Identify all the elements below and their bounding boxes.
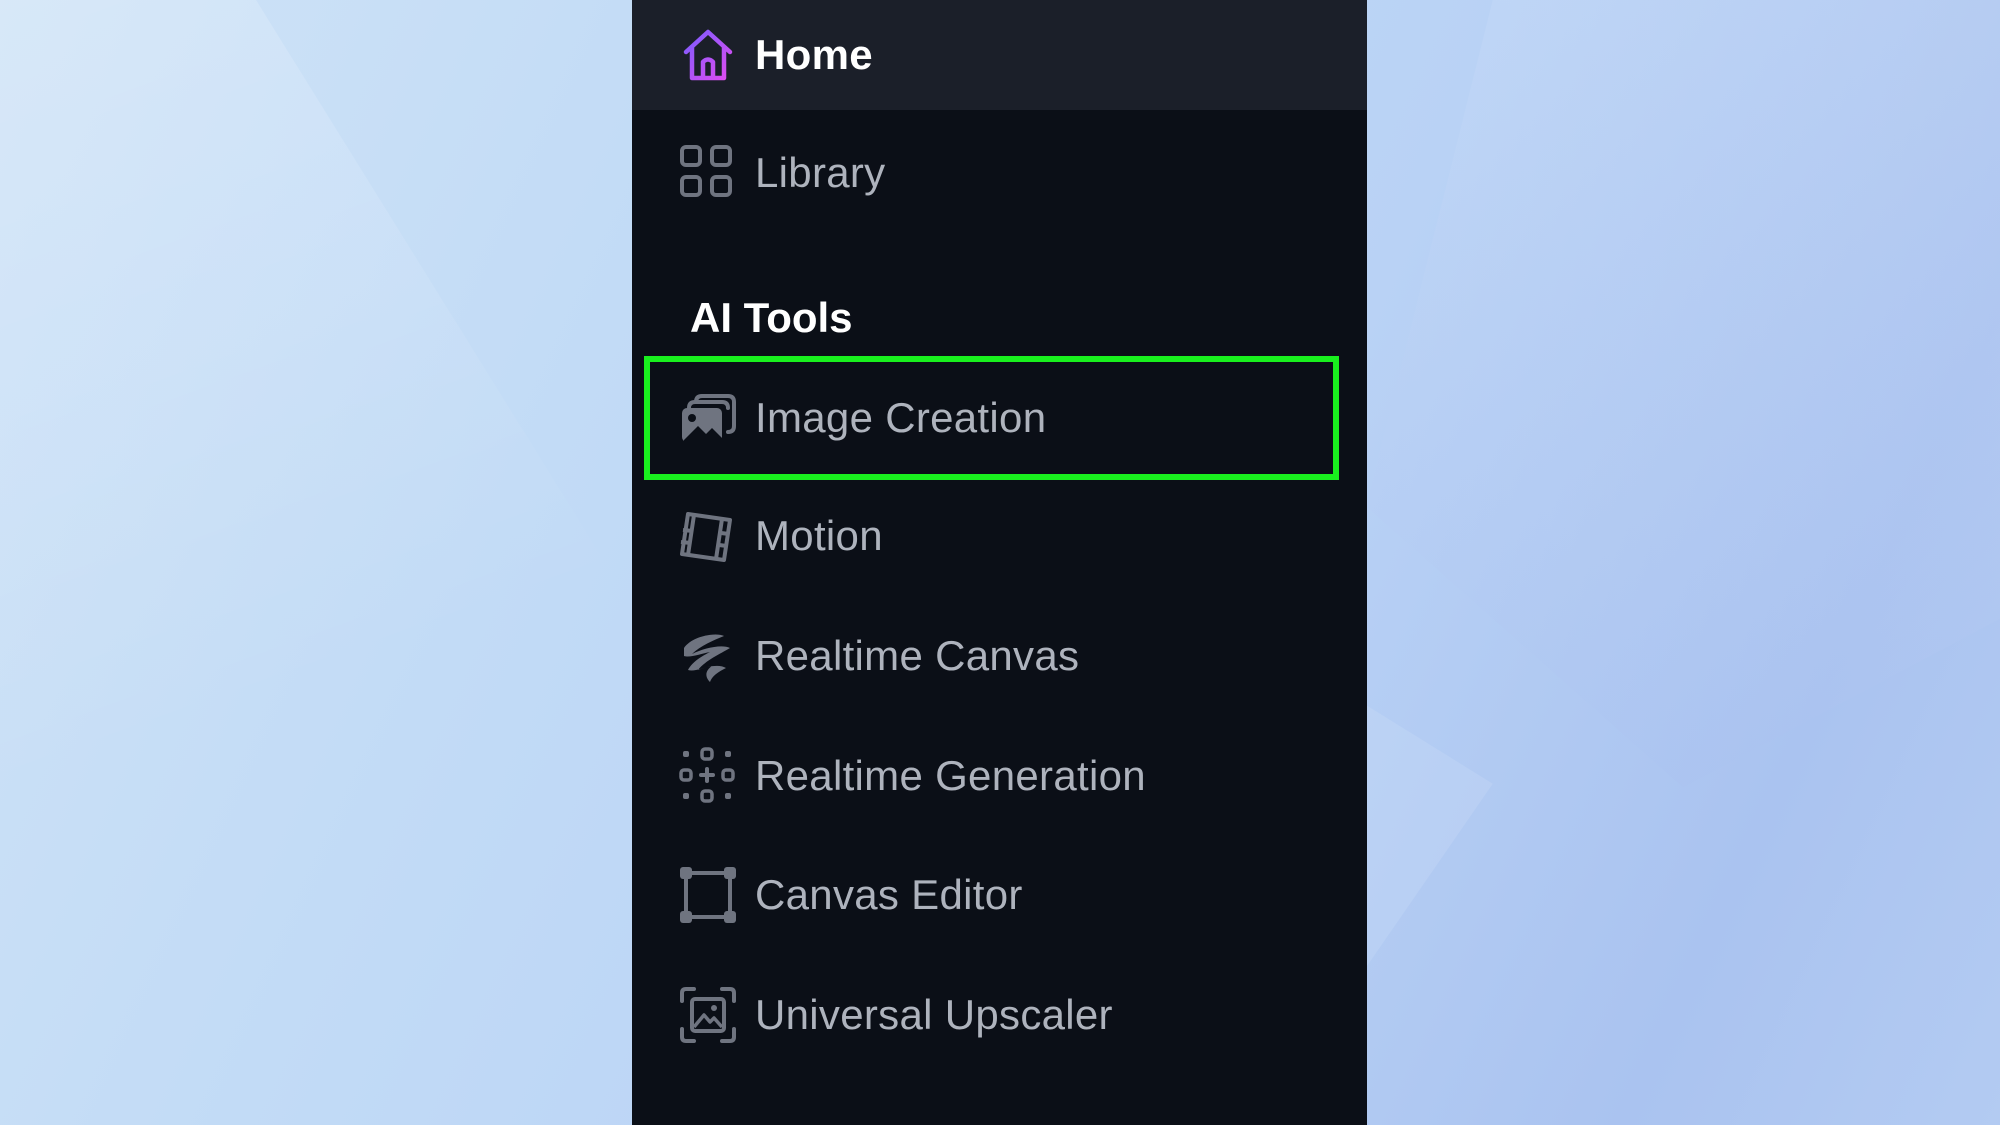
sidebar-item-motion[interactable]: Motion	[632, 481, 1367, 591]
film-icon	[678, 506, 738, 566]
grid-icon	[678, 143, 738, 203]
sidebar: Home Library AI Tools Image Creation Mot…	[632, 0, 1367, 1125]
sidebar-item-label: Realtime Canvas	[755, 632, 1080, 679]
home-icon	[678, 25, 738, 85]
section-heading-ai-tools: AI Tools	[690, 294, 853, 341]
sidebar-item-label: Realtime Generation	[755, 752, 1146, 799]
sidebar-item-library[interactable]: Library	[632, 118, 1367, 228]
background-shape	[1366, 0, 2000, 788]
upscale-icon	[678, 985, 738, 1045]
sidebar-item-label: Motion	[755, 512, 883, 559]
sidebar-item-realtime-generation[interactable]: Realtime Generation	[632, 721, 1367, 831]
sidebar-item-label: Home	[755, 31, 873, 78]
image-stack-icon	[678, 388, 738, 448]
sidebar-item-label: Image Creation	[755, 394, 1047, 441]
sidebar-item-canvas-editor[interactable]: Canvas Editor	[632, 840, 1367, 950]
background-shape	[0, 0, 640, 1125]
brush-stroke-icon	[678, 626, 738, 686]
sidebar-item-label: Canvas Editor	[755, 871, 1023, 918]
frame-icon	[678, 865, 738, 925]
background-shape	[1366, 705, 1493, 968]
sidebar-item-realtime-canvas[interactable]: Realtime Canvas	[632, 601, 1367, 711]
dots-grid-icon	[678, 746, 738, 806]
sidebar-item-home[interactable]: Home	[632, 0, 1367, 110]
sidebar-item-universal-upscaler[interactable]: Universal Upscaler	[632, 960, 1367, 1070]
sidebar-item-image-creation[interactable]: Image Creation	[632, 363, 1367, 473]
sidebar-item-label: Library	[755, 149, 886, 196]
sidebar-item-label: Universal Upscaler	[755, 991, 1113, 1038]
